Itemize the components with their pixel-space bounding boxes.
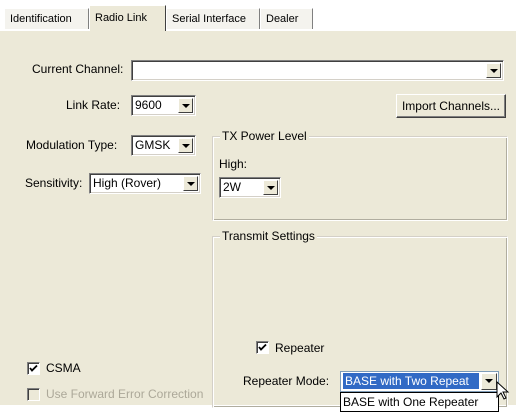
mouse-cursor-icon xyxy=(496,381,510,400)
repeater-mode-label: Repeater Mode: xyxy=(243,374,330,388)
sensitivity-dropdown-button[interactable] xyxy=(183,176,198,191)
repeater-mode-dropdown-list: BASE with One Repeater xyxy=(340,392,499,412)
current-channel-combo[interactable] xyxy=(131,60,504,81)
import-channels-button[interactable]: Import Channels... xyxy=(396,94,506,118)
sensitivity-label: Sensitivity: xyxy=(25,176,83,190)
link-rate-dropdown-button[interactable] xyxy=(178,98,193,113)
tab-radio-link[interactable]: Radio Link xyxy=(89,5,166,31)
tx-power-value: 2W xyxy=(223,180,241,194)
csma-checkbox[interactable] xyxy=(27,362,40,375)
checkmark-icon xyxy=(258,343,267,351)
repeater-mode-dropdown-button[interactable] xyxy=(481,373,497,390)
checkmark-icon xyxy=(29,364,38,372)
modulation-type-value: GMSK xyxy=(135,138,171,152)
fec-checkbox[interactable] xyxy=(27,388,40,401)
repeater-checkbox[interactable] xyxy=(256,341,269,354)
transmit-settings-legend: Transmit Settings xyxy=(220,229,317,243)
dropdown-option[interactable]: BASE with One Repeater xyxy=(343,395,478,409)
tx-power-level-legend: TX Power Level xyxy=(220,129,309,143)
modulation-type-label: Modulation Type: xyxy=(26,138,118,152)
radio-link-panel: Current Channel: Link Rate: 9600 Import … xyxy=(0,30,516,412)
tab-identification[interactable]: Identification xyxy=(4,8,89,29)
link-rate-label: Link Rate: xyxy=(66,98,121,112)
link-rate-value: 9600 xyxy=(135,98,162,112)
tab-serial-interface[interactable]: Serial Interface xyxy=(166,8,260,29)
tab-dealer[interactable]: Dealer xyxy=(260,8,313,29)
current-channel-label: Current Channel: xyxy=(32,62,124,76)
modulation-type-combo[interactable]: GMSK xyxy=(131,135,196,156)
tx-power-dropdown-button[interactable] xyxy=(263,180,278,195)
current-channel-dropdown-button[interactable] xyxy=(486,63,501,78)
fec-label: Use Forward Error Correction xyxy=(46,387,204,401)
repeater-mode-combo[interactable]: BASE with Two Repeat xyxy=(340,371,499,392)
repeater-mode-value: BASE with Two Repeat xyxy=(343,373,479,389)
csma-label: CSMA xyxy=(46,361,81,375)
tx-power-combo[interactable]: 2W xyxy=(219,177,281,198)
link-rate-combo[interactable]: 9600 xyxy=(131,95,196,116)
sensitivity-combo[interactable]: High (Rover) xyxy=(89,173,201,194)
modulation-type-dropdown-button[interactable] xyxy=(178,138,193,153)
repeater-label: Repeater xyxy=(275,341,325,355)
tx-power-high-label: High: xyxy=(219,157,248,171)
sensitivity-value: High (Rover) xyxy=(93,176,162,190)
